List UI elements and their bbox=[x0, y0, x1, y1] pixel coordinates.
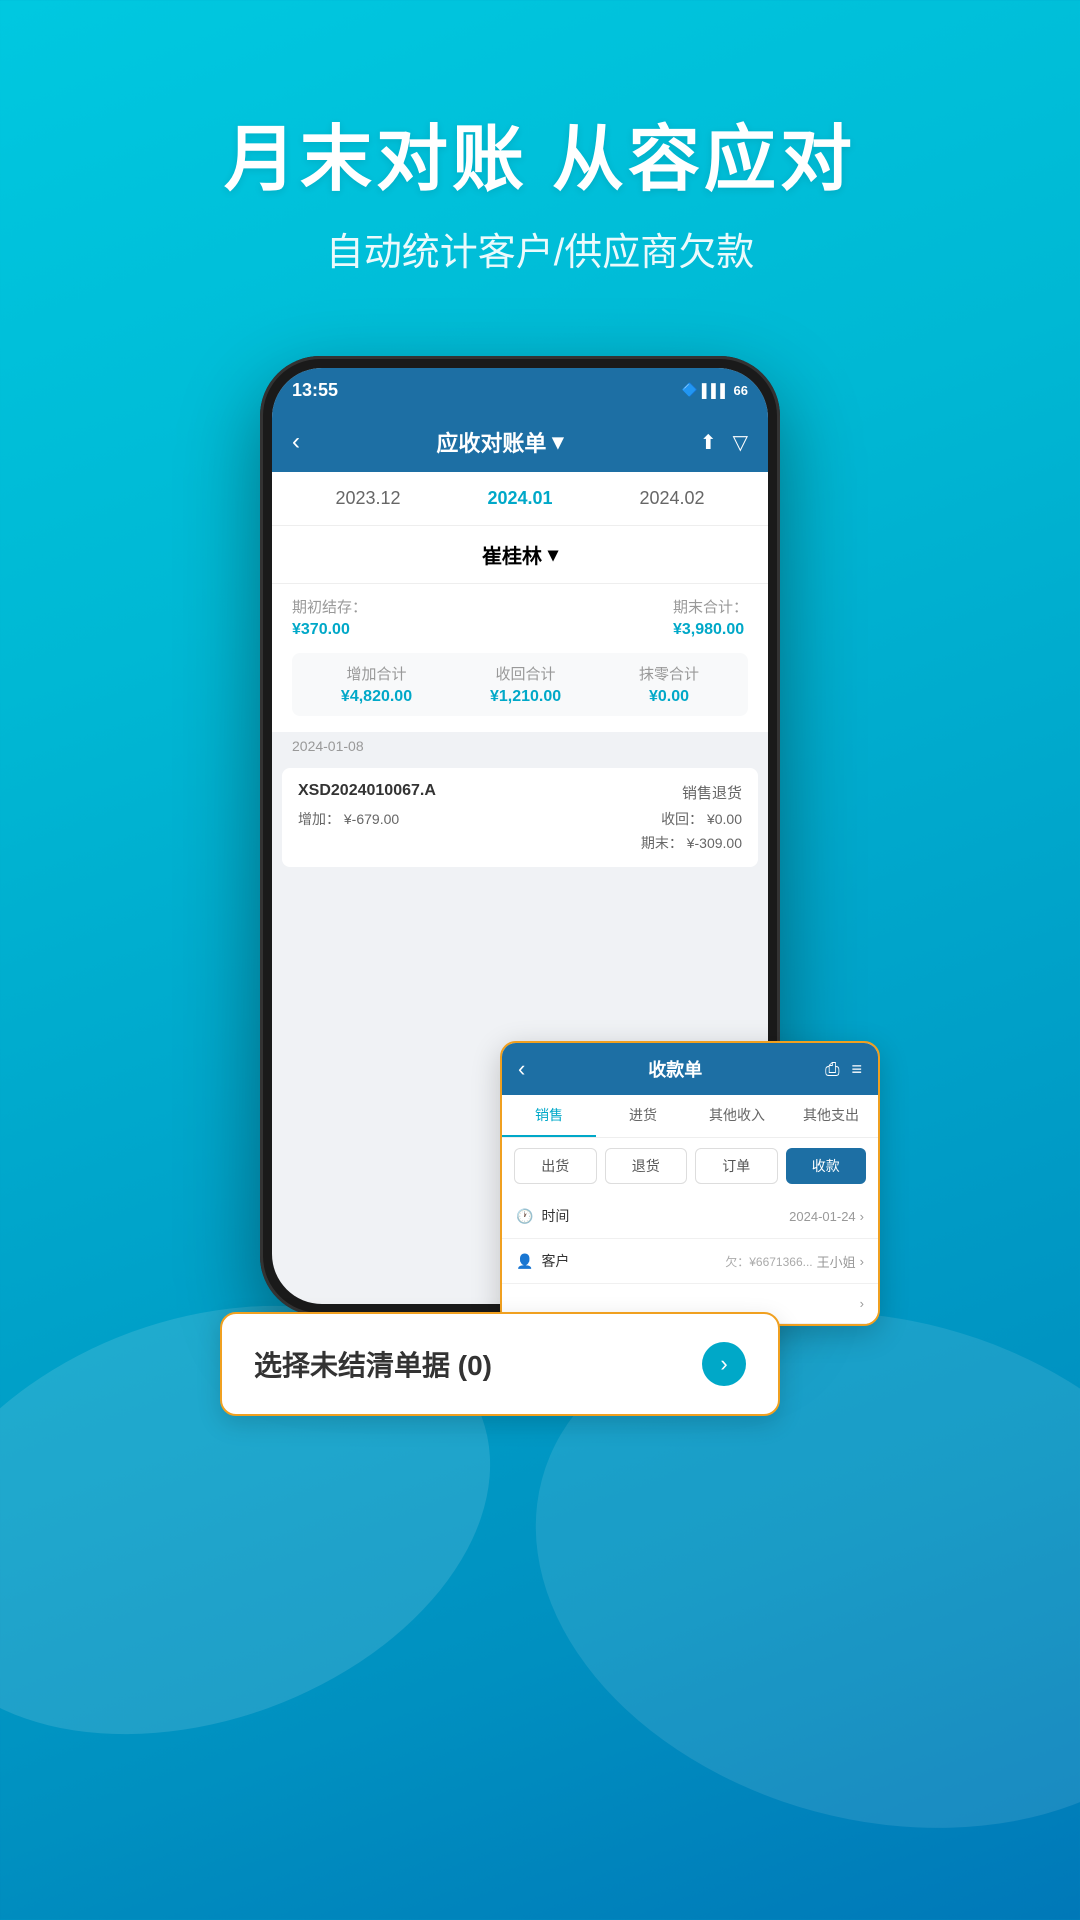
customer-field-arrow: › bbox=[860, 1254, 864, 1269]
customer-name[interactable]: 崔桂林 ▾ bbox=[292, 540, 748, 569]
filter-icon[interactable]: ▽ bbox=[733, 430, 748, 455]
nav-title: 应收对账单 ▾ bbox=[436, 426, 563, 458]
tx-increase: 增加： ¥-679.00 bbox=[298, 809, 399, 829]
overlay-nav-icons: ⎙ ≡ bbox=[825, 1059, 862, 1080]
tx-period-end: 期末： ¥-309.00 bbox=[641, 833, 742, 853]
extra-field-arrow: › bbox=[860, 1296, 864, 1311]
back-button[interactable]: ‹ bbox=[292, 428, 300, 456]
time-field[interactable]: 🕐 时间 2024-01-24 › bbox=[502, 1194, 878, 1239]
bottom-card-arrow: › bbox=[702, 1342, 746, 1386]
return-button[interactable]: 退货 bbox=[605, 1148, 688, 1184]
period-end-value: ¥3,980.00 bbox=[673, 621, 748, 639]
period-start-value: ¥370.00 bbox=[292, 621, 367, 639]
date-tab-current[interactable]: 2024.01 bbox=[487, 488, 552, 509]
overlay-back-button[interactable]: ‹ bbox=[518, 1056, 525, 1082]
tab-purchase[interactable]: 进货 bbox=[596, 1095, 690, 1137]
page-container: 月末对账 从容应对 自动统计客户/供应商欠款 13:55 🔷 ▌▌▌ 66 ‹ bbox=[0, 0, 1080, 1920]
nav-dropdown-icon[interactable]: ▾ bbox=[552, 429, 563, 455]
period-end-label: 期末合计： bbox=[673, 596, 748, 617]
sub-title: 自动统计客户/供应商欠款 bbox=[224, 221, 856, 276]
nav-bar: ‹ 应收对账单 ▾ ⬆ ▽ bbox=[272, 412, 768, 472]
increase-label: 增加合计 bbox=[347, 663, 407, 684]
tx-recover: 收回： ¥0.00 bbox=[661, 809, 742, 829]
print-icon[interactable]: ⎙ bbox=[825, 1059, 839, 1080]
main-title: 月末对账 从容应对 bbox=[224, 100, 856, 205]
list-icon[interactable]: ≡ bbox=[851, 1059, 862, 1080]
overlay-nav: ‹ 收款单 ⎙ ≡ bbox=[502, 1043, 878, 1095]
recover-stat: 收回合计 ¥1,210.00 bbox=[490, 663, 561, 706]
tab-other-income[interactable]: 其他收入 bbox=[690, 1095, 784, 1137]
tab-sales[interactable]: 销售 bbox=[502, 1095, 596, 1137]
status-bar: 13:55 🔷 ▌▌▌ 66 bbox=[272, 368, 768, 412]
period-start-label: 期初结存： bbox=[292, 596, 367, 617]
phone-wrapper: 13:55 🔷 ▌▌▌ 66 ‹ 应收对账单 ▾ ⬆ bbox=[260, 356, 820, 1356]
overlay-tabs: 销售 进货 其他收入 其他支出 bbox=[502, 1095, 878, 1138]
writeoff-label: 抹零合计 bbox=[639, 663, 699, 684]
battery-icon: 66 bbox=[734, 383, 748, 398]
nav-icons: ⬆ ▽ bbox=[700, 430, 748, 455]
customer-icon: 👤 bbox=[516, 1253, 533, 1270]
recover-value: ¥1,210.00 bbox=[490, 688, 561, 706]
signal-icon: ▌▌▌ bbox=[702, 383, 730, 398]
transaction-item[interactable]: XSD2024010067.A 销售退货 增加： ¥-679.00 收回： ¥0… bbox=[282, 768, 758, 867]
increase-stat: 增加合计 ¥4,820.00 bbox=[341, 663, 412, 706]
time-icon: 🕐 bbox=[516, 1208, 533, 1225]
overlay-card: ‹ 收款单 ⎙ ≡ 销售 进货 其他收入 其他支出 出货 退货 订单 收款 bbox=[500, 1041, 880, 1326]
date-group-label: 2024-01-08 bbox=[272, 732, 768, 760]
date-tabs: 2023.12 2024.01 2024.02 bbox=[272, 472, 768, 526]
order-button[interactable]: 订单 bbox=[695, 1148, 778, 1184]
collect-button[interactable]: 收款 bbox=[786, 1148, 867, 1184]
transaction-id: XSD2024010067.A bbox=[298, 782, 436, 803]
customer-section: 崔桂林 ▾ bbox=[272, 526, 768, 584]
increase-value: ¥4,820.00 bbox=[341, 688, 412, 706]
status-icons: 🔷 ▌▌▌ 66 bbox=[682, 382, 748, 398]
customer-field[interactable]: 👤 客户 欠：¥6671366... 王小姐 › bbox=[502, 1239, 878, 1284]
tab-other-expense[interactable]: 其他支出 bbox=[784, 1095, 878, 1137]
export-icon[interactable]: ⬆ bbox=[700, 430, 717, 455]
writeoff-stat: 抹零合计 ¥0.00 bbox=[639, 663, 699, 706]
bluetooth-icon: 🔷 bbox=[682, 382, 698, 398]
bottom-card[interactable]: 选择未结清单据 (0) › bbox=[220, 1312, 780, 1416]
status-time: 13:55 bbox=[292, 380, 338, 401]
date-tab-next[interactable]: 2024.02 bbox=[639, 488, 704, 509]
date-tab-prev[interactable]: 2023.12 bbox=[335, 488, 400, 509]
recover-label: 收回合计 bbox=[496, 663, 556, 684]
overlay-action-buttons: 出货 退货 订单 收款 bbox=[502, 1138, 878, 1194]
customer-arrow-icon: ▾ bbox=[548, 542, 558, 567]
period-end-stat: 期末合计： ¥3,980.00 bbox=[673, 596, 748, 639]
delivery-button[interactable]: 出货 bbox=[514, 1148, 597, 1184]
time-field-arrow: › bbox=[860, 1209, 864, 1224]
transaction-type: 销售退货 bbox=[682, 782, 742, 803]
stats-section: 期初结存： ¥370.00 期末合计： ¥3,980.00 增加合计 ¥4,82… bbox=[272, 584, 768, 732]
overlay-title: 收款单 bbox=[648, 1056, 702, 1082]
period-start-stat: 期初结存： ¥370.00 bbox=[292, 596, 367, 639]
header-section: 月末对账 从容应对 自动统计客户/供应商欠款 bbox=[224, 100, 856, 276]
writeoff-value: ¥0.00 bbox=[649, 688, 689, 706]
bottom-card-text: 选择未结清单据 (0) bbox=[254, 1344, 492, 1384]
